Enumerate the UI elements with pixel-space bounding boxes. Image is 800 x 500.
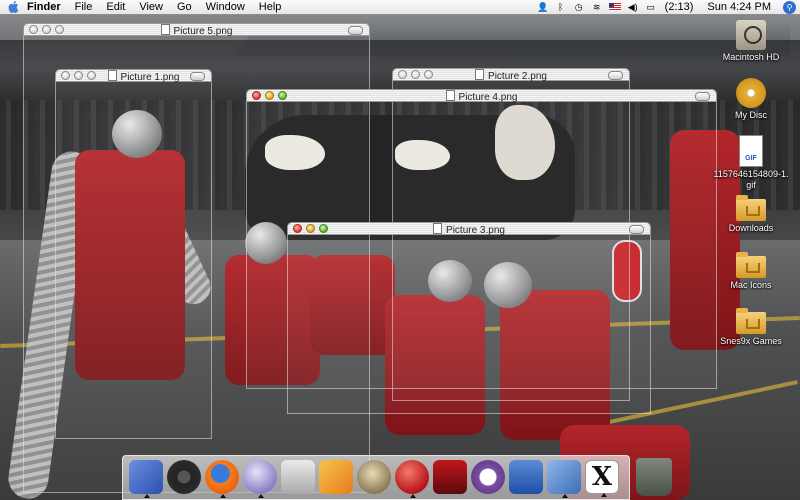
desktop-icon-snes9x-games[interactable]: Snes9x Games: [711, 306, 791, 347]
photos-icon[interactable]: [319, 460, 353, 494]
battery-time[interactable]: (2:13): [663, 0, 696, 14]
volume-icon[interactable]: ◀): [627, 1, 639, 13]
toolbar-toggle-button[interactable]: [608, 71, 623, 80]
menu-clock[interactable]: Sun 4:24 PM: [701, 0, 777, 14]
wifi-icon[interactable]: ≋: [591, 1, 603, 13]
toolbar-toggle-button[interactable]: [190, 72, 205, 81]
folder-icon: [736, 252, 766, 278]
desktop-icon-label: Macintosh HD: [722, 52, 780, 62]
word-icon[interactable]: [509, 460, 543, 494]
gimp-icon[interactable]: [357, 460, 391, 494]
document-icon: [160, 24, 170, 35]
document-icon: [475, 69, 485, 80]
menu-file[interactable]: File: [68, 0, 100, 14]
desktop-icon-label: Mac Icons: [730, 280, 772, 290]
desktop-icon-downloads[interactable]: Downloads: [711, 193, 791, 234]
window-picture-3[interactable]: Picture 3.png: [287, 222, 651, 414]
time-machine-icon[interactable]: ◷: [573, 1, 585, 13]
desktop-icon-macintosh-hd[interactable]: Macintosh HD: [711, 20, 791, 63]
x11-icon[interactable]: X: [585, 460, 619, 497]
menu-go[interactable]: Go: [170, 0, 199, 14]
desktop-icon-label: My Disc: [735, 110, 767, 120]
desktop-icon-label: Downloads: [728, 223, 774, 233]
flash-player-icon[interactable]: [395, 460, 429, 498]
document-icon: [433, 223, 443, 234]
apple-menu-icon[interactable]: [6, 0, 20, 14]
menu-finder[interactable]: Finder: [20, 0, 68, 14]
trash-icon[interactable]: [636, 458, 672, 496]
menu-help[interactable]: Help: [252, 0, 289, 14]
firefox-icon[interactable]: [205, 460, 239, 498]
dock: X: [122, 455, 630, 500]
menu-extras: 👤 ᛒ ◷ ≋ ◀) ▭ (2:13) Sun 4:24 PM ⚲: [537, 0, 800, 14]
input-flag-icon[interactable]: [608, 3, 621, 11]
folder-icon: [736, 195, 766, 221]
hard-drive-icon: [736, 20, 766, 50]
transmission-icon[interactable]: [471, 460, 505, 494]
document-icon: [107, 70, 117, 81]
disc-icon: [736, 78, 766, 108]
desktop-icon-my-disc[interactable]: My Disc: [711, 78, 791, 121]
window-titlebar[interactable]: Picture 1.png: [55, 69, 212, 83]
folder-icon: [736, 308, 766, 334]
toolbar-toggle-button[interactable]: [695, 92, 710, 101]
toolbar-toggle-button[interactable]: [629, 225, 644, 234]
window-titlebar[interactable]: Picture 5.png: [23, 23, 370, 37]
bluetooth-icon[interactable]: ᛒ: [555, 1, 567, 13]
battery-icon[interactable]: ▭: [645, 1, 657, 13]
user-icon[interactable]: 👤: [537, 1, 549, 13]
dashboard-icon[interactable]: [167, 460, 201, 494]
desktop-icon-label: Snes9x Games: [720, 336, 782, 346]
menu-window[interactable]: Window: [199, 0, 252, 14]
iphoto-icon[interactable]: [547, 460, 581, 498]
menu-bar: Finder File Edit View Go Window Help 👤 ᛒ…: [0, 0, 800, 15]
preview-icon[interactable]: [281, 460, 315, 494]
photo-booth-icon[interactable]: [433, 460, 467, 494]
toolbar-toggle-button[interactable]: [348, 26, 363, 35]
itunes-icon[interactable]: [243, 460, 277, 498]
window-titlebar[interactable]: Picture 3.png: [287, 222, 651, 236]
desktop-icon-label: 1157646154809-1.gif: [713, 169, 789, 190]
gif-file-icon: [739, 135, 763, 167]
finder-icon[interactable]: [129, 460, 163, 498]
window-content: [55, 82, 212, 439]
window-titlebar[interactable]: Picture 2.png: [392, 68, 630, 82]
desktop-icon-gif-file[interactable]: 1157646154809-1.gif: [711, 135, 791, 191]
window-content: [287, 235, 651, 414]
spotlight-icon[interactable]: ⚲: [783, 0, 796, 14]
document-icon: [445, 90, 455, 101]
desktop-icon-mac-icons[interactable]: Mac Icons: [711, 250, 791, 291]
menu-edit[interactable]: Edit: [99, 0, 132, 14]
window-picture-1[interactable]: Picture 1.png: [55, 69, 212, 439]
window-titlebar[interactable]: Picture 4.png: [246, 89, 717, 103]
menu-view[interactable]: View: [132, 0, 170, 14]
